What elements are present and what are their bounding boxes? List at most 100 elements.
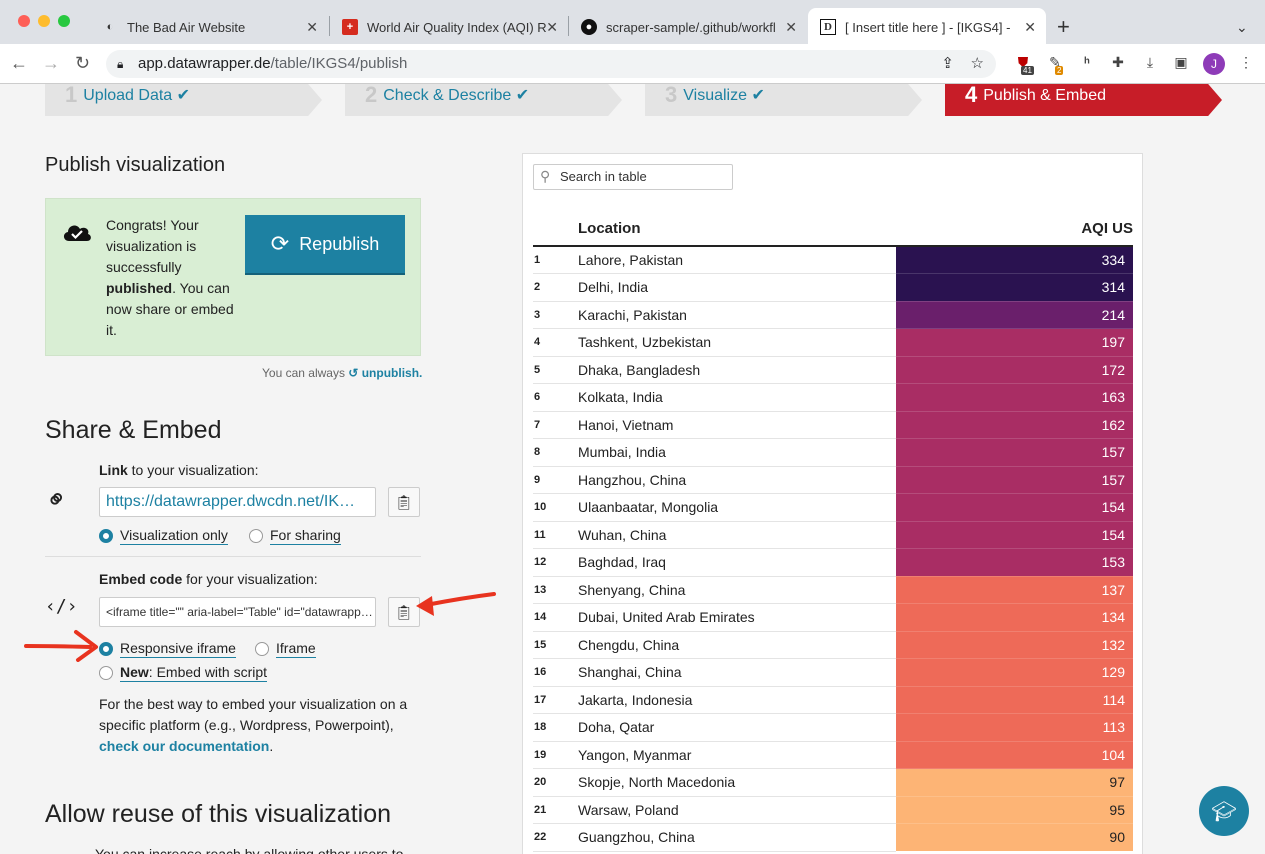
radio-dot bbox=[99, 529, 113, 543]
republish-button[interactable]: ⟳ Republish bbox=[245, 215, 405, 273]
location-cell: Karachi, Pakistan bbox=[578, 301, 896, 329]
success-box: Congrats! Your visualization is successf… bbox=[45, 198, 421, 356]
close-tab-icon[interactable]: ✕ bbox=[546, 19, 558, 36]
rank-cell: 13 bbox=[533, 576, 578, 604]
datawrapper-icon: D bbox=[820, 19, 836, 35]
location-cell: Tashkent, Uzbekistan bbox=[578, 328, 896, 357]
undo-icon: ↺ bbox=[348, 366, 359, 380]
close-window-icon[interactable] bbox=[18, 15, 30, 27]
url-input[interactable]: 🔒︎ app.datawrapper.de/table/IKGS4/publis… bbox=[106, 50, 996, 78]
table-row: 2 Delhi, India 314 bbox=[533, 273, 1133, 302]
table-row: 21 Warsaw, Poland 95 bbox=[533, 796, 1133, 824]
puzzle-extensions-icon[interactable]: ✚ bbox=[1108, 54, 1128, 74]
minimize-window-icon[interactable] bbox=[38, 15, 50, 27]
embed-help-text: For the best way to embed your visualiza… bbox=[99, 696, 408, 754]
aqi-cell: 157 bbox=[896, 438, 1133, 467]
divider bbox=[45, 556, 421, 557]
location-cell: Dhaka, Bangladesh bbox=[578, 356, 896, 384]
location-cell: Mumbai, India bbox=[578, 438, 896, 467]
aqi-cell: 129 bbox=[896, 658, 1133, 687]
step-visualize[interactable]: 3 Visualize ✔ bbox=[645, 84, 922, 116]
bookmark-star-icon[interactable]: ☆ bbox=[971, 50, 984, 78]
unpublish-note: You can always ↺ unpublish. bbox=[262, 366, 423, 380]
radio-iframe[interactable]: Iframe bbox=[255, 640, 316, 658]
location-cell: Yangon, Myanmar bbox=[578, 741, 896, 769]
radio-visualization-only[interactable]: Visualization only bbox=[99, 527, 228, 545]
tab-aqi[interactable]: + World Air Quality Index (AQI) R ✕ bbox=[330, 8, 568, 46]
step-publish[interactable]: 4 Publish & Embed bbox=[945, 84, 1222, 116]
new-tab-button[interactable]: + bbox=[1052, 8, 1082, 46]
rank-cell: 22 bbox=[533, 823, 578, 852]
tab-search-chevron-icon[interactable]: ⌄ bbox=[1224, 8, 1254, 46]
radio-responsive-iframe[interactable]: Responsive iframe bbox=[99, 640, 236, 658]
aqi-cell: 104 bbox=[896, 741, 1133, 769]
github-icon: ● bbox=[581, 19, 597, 35]
rank-cell: 19 bbox=[533, 741, 578, 769]
rank-cell: 14 bbox=[533, 603, 578, 632]
aqi-cell: 172 bbox=[896, 356, 1133, 384]
annotation-arrow-left bbox=[24, 630, 98, 662]
table-row: 22 Guangzhou, China 90 bbox=[533, 823, 1133, 852]
aqi-cell: 114 bbox=[896, 686, 1133, 714]
table-row: 18 Doha, Qatar 113 bbox=[533, 713, 1133, 742]
location-cell: Guangzhou, China bbox=[578, 823, 896, 852]
page-content: 1 Upload Data ✔ 2 Check & Describe ✔ 3 Visu… bbox=[0, 84, 1265, 854]
radio-embed-script[interactable]: New: Embed with script bbox=[99, 664, 268, 682]
close-tab-icon[interactable]: ✕ bbox=[1024, 19, 1036, 36]
table-row: 9 Hangzhou, China 157 bbox=[533, 466, 1133, 494]
reuse-text: You can increase reach by allowing other… bbox=[95, 846, 404, 854]
rank-cell: 5 bbox=[533, 356, 578, 384]
table-row: 6 Kolkata, India 163 bbox=[533, 383, 1133, 412]
rank-cell: 11 bbox=[533, 521, 578, 549]
location-cell: Wuhan, China bbox=[578, 521, 896, 549]
browser-chrome: ◐ The Bad Air Website ✕ + World Air Qual… bbox=[0, 0, 1265, 84]
publish-heading: Publish visualization bbox=[45, 154, 226, 176]
location-cell: Chengdu, China bbox=[578, 631, 896, 659]
help-graduation-cap-icon[interactable]: 🎓︎ bbox=[1199, 786, 1249, 836]
table-row: 7 Hanoi, Vietnam 162 bbox=[533, 411, 1133, 439]
download-icon[interactable]: ⤓ bbox=[1140, 54, 1160, 74]
link-url-field[interactable]: https://datawrapper.dwcdn.net/IK… bbox=[99, 487, 376, 517]
table-row: 12 Baghdad, Iraq 153 bbox=[533, 548, 1133, 577]
unpublish-link[interactable]: ↺ unpublish. bbox=[348, 366, 422, 380]
cloud-check-icon bbox=[63, 225, 91, 241]
rank-cell: 8 bbox=[533, 438, 578, 467]
step-check[interactable]: 2 Check & Describe ✔ bbox=[345, 84, 622, 116]
aqi-cell: 163 bbox=[896, 383, 1133, 412]
location-cell: Warsaw, Poland bbox=[578, 796, 896, 824]
side-panel-icon[interactable]: ▣ bbox=[1171, 54, 1191, 74]
header-aqi[interactable]: AQI US bbox=[896, 212, 1133, 247]
location-cell: Skopje, North Macedonia bbox=[578, 768, 896, 797]
embed-code-field[interactable]: <iframe title="" aria-label="Table" id="… bbox=[99, 597, 376, 627]
tab-bad-air[interactable]: ◐ The Bad Air Website ✕ bbox=[90, 8, 328, 46]
maximize-window-icon[interactable] bbox=[58, 15, 70, 27]
link-icon: ⚭ bbox=[38, 480, 75, 518]
radio-dot bbox=[99, 642, 113, 656]
tab-github[interactable]: ● scraper-sample/.github/workfl ✕ bbox=[569, 8, 807, 46]
location-cell: Doha, Qatar bbox=[578, 713, 896, 742]
table-row: 16 Shanghai, China 129 bbox=[533, 658, 1133, 687]
tab-datawrapper[interactable]: D [ Insert title here ] - [IKGS4] - ✕ bbox=[808, 8, 1046, 46]
forward-arrow-icon[interactable]: → bbox=[42, 53, 60, 74]
share-icon[interactable]: ⇪ bbox=[941, 50, 954, 78]
aqi-table: Location AQI US 1 Lahore, Pakistan 334 2 Del… bbox=[533, 212, 1133, 852]
table-search-input[interactable]: Search in table bbox=[533, 164, 733, 190]
documentation-link[interactable]: check our documentation bbox=[99, 738, 269, 754]
back-arrow-icon[interactable]: ← bbox=[10, 53, 28, 74]
radio-for-sharing[interactable]: For sharing bbox=[249, 527, 341, 545]
table-header-row: Location AQI US bbox=[533, 212, 1133, 247]
rank-cell: 17 bbox=[533, 686, 578, 714]
table-row: 4 Tashkent, Uzbekistan 197 bbox=[533, 328, 1133, 357]
h-extension-icon[interactable]: ʰ bbox=[1077, 54, 1097, 74]
step-upload[interactable]: 1 Upload Data ✔ bbox=[45, 84, 322, 116]
close-tab-icon[interactable]: ✕ bbox=[306, 19, 318, 36]
header-rank bbox=[533, 212, 578, 247]
copy-link-clipboard-icon[interactable]: 📋︎ bbox=[388, 487, 420, 517]
table-row: 8 Mumbai, India 157 bbox=[533, 438, 1133, 467]
reload-icon[interactable]: ↻ bbox=[75, 53, 90, 74]
close-tab-icon[interactable]: ✕ bbox=[785, 19, 797, 36]
profile-avatar[interactable]: J bbox=[1203, 53, 1225, 75]
rank-cell: 6 bbox=[533, 383, 578, 412]
more-menu-icon[interactable]: ⋮ bbox=[1236, 54, 1256, 74]
header-location[interactable]: Location bbox=[578, 212, 896, 247]
